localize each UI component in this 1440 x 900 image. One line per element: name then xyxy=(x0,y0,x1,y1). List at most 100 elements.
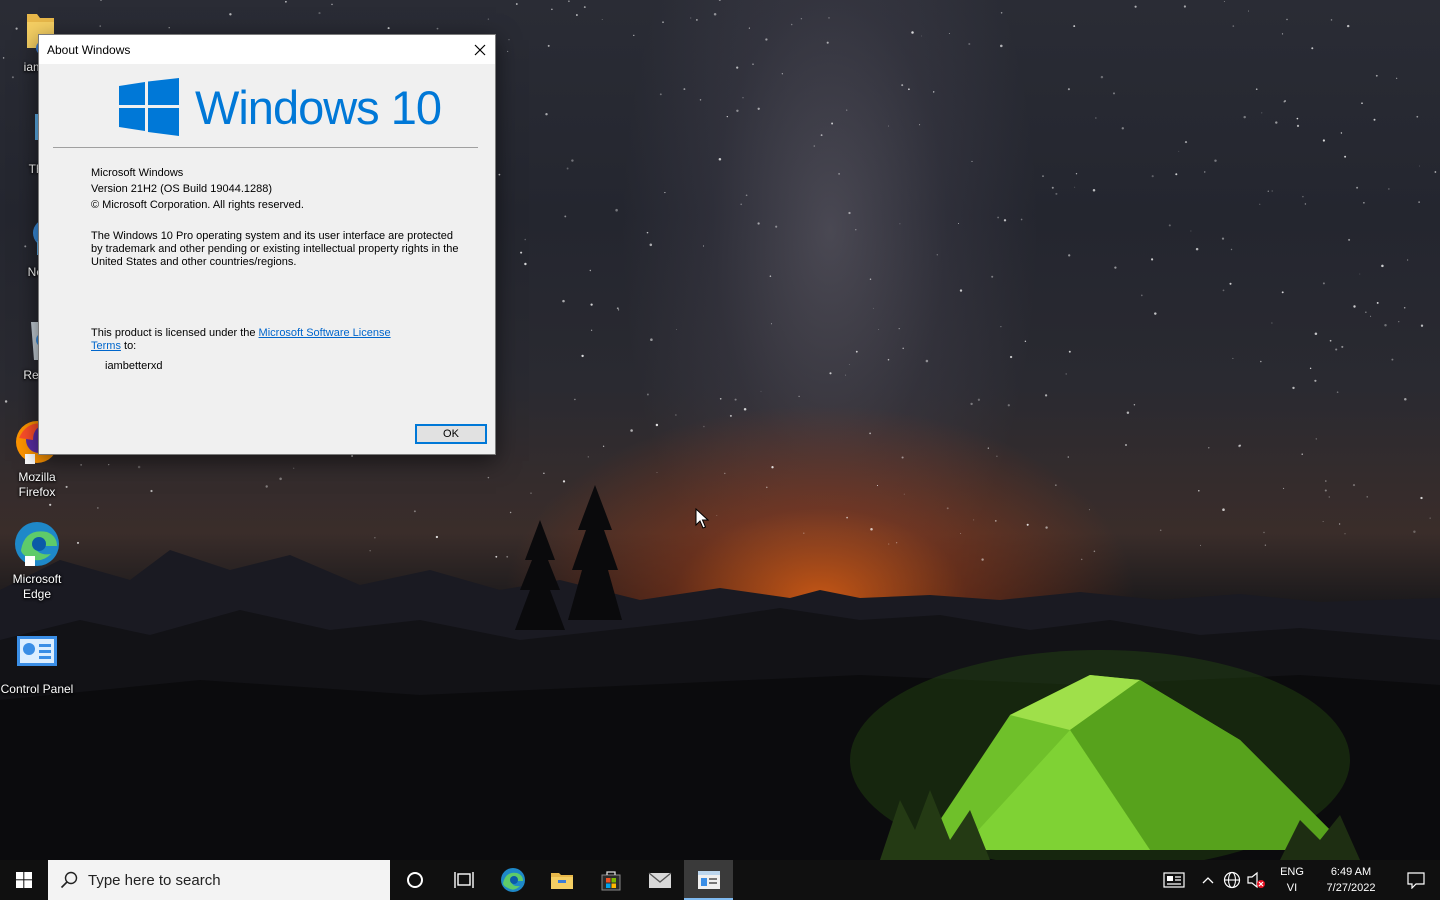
star xyxy=(902,347,904,350)
volume-button[interactable] xyxy=(1244,860,1268,900)
star xyxy=(959,289,963,292)
mail-icon xyxy=(648,872,671,888)
dialog-title: About Windows xyxy=(47,43,131,57)
star xyxy=(771,466,774,469)
star xyxy=(919,124,921,126)
star xyxy=(1315,438,1318,440)
star xyxy=(1344,155,1347,158)
star xyxy=(646,393,649,396)
cortana-button[interactable] xyxy=(390,860,439,900)
star xyxy=(566,167,569,170)
star xyxy=(615,208,618,212)
taskbar-edge-button[interactable] xyxy=(488,860,537,900)
taskbar: Type here to search ENG VI 6:49 AM 7/27/… xyxy=(0,860,1440,900)
star xyxy=(699,99,702,101)
file-explorer-button[interactable] xyxy=(537,860,586,900)
network-status-button[interactable] xyxy=(1220,860,1244,900)
star xyxy=(1407,259,1409,261)
star xyxy=(285,0,287,3)
star xyxy=(487,18,490,20)
star xyxy=(855,229,857,231)
edge-icon xyxy=(500,868,525,892)
star xyxy=(719,397,722,400)
star xyxy=(991,275,994,278)
star xyxy=(1044,394,1048,397)
star xyxy=(229,13,232,16)
star xyxy=(524,238,526,241)
star xyxy=(848,211,851,215)
star xyxy=(1418,201,1420,203)
desktop-icon-control-panel[interactable]: Control Panel xyxy=(0,630,74,697)
ok-button[interactable]: OK xyxy=(415,424,487,444)
star xyxy=(676,328,677,330)
action-center-button[interactable] xyxy=(1392,860,1440,900)
star xyxy=(1302,195,1304,198)
task-view-button[interactable] xyxy=(439,860,488,900)
star xyxy=(987,447,989,449)
star xyxy=(547,44,550,47)
version-text: Version 21H2 (OS Build 19044.1288) xyxy=(91,183,273,195)
star xyxy=(1125,444,1127,446)
star xyxy=(1348,238,1351,241)
windows-logo: Windows 10 xyxy=(119,77,442,137)
dialog-titlebar[interactable]: About Windows xyxy=(39,35,495,64)
star xyxy=(590,329,593,331)
desktop-icon-edge[interactable]: Microsoft Edge xyxy=(0,520,74,602)
product-name: Microsoft Windows xyxy=(91,167,184,179)
mouse-cursor-icon xyxy=(695,508,709,529)
star xyxy=(1239,444,1242,447)
star xyxy=(1223,0,1225,3)
star xyxy=(1376,301,1379,304)
star xyxy=(826,41,829,44)
star xyxy=(351,455,354,457)
star xyxy=(1359,273,1361,275)
star xyxy=(664,192,666,194)
store-button[interactable] xyxy=(586,860,635,900)
star xyxy=(515,3,518,5)
star xyxy=(520,251,523,254)
desktop-icon-label: Control Panel xyxy=(0,682,74,696)
windows-start-icon xyxy=(16,872,32,888)
input-language-indicator[interactable]: ENG VI xyxy=(1274,860,1310,900)
start-button[interactable] xyxy=(0,860,48,900)
star xyxy=(933,91,935,93)
star xyxy=(1361,102,1363,105)
star xyxy=(1114,266,1117,269)
star xyxy=(1296,124,1300,127)
about-windows-taskbar-button[interactable] xyxy=(684,860,733,900)
star xyxy=(838,173,840,175)
star xyxy=(1391,358,1394,361)
star xyxy=(1121,127,1124,130)
star xyxy=(1222,289,1225,292)
task-view-icon xyxy=(453,872,474,888)
taskbar-search-box[interactable]: Type here to search xyxy=(48,860,390,900)
star xyxy=(1330,19,1333,21)
star xyxy=(575,14,578,16)
news-widget-button[interactable] xyxy=(1152,860,1196,900)
star xyxy=(1375,74,1378,77)
star xyxy=(1420,324,1424,327)
star xyxy=(1322,139,1326,142)
star xyxy=(948,32,950,35)
star xyxy=(790,23,793,26)
star xyxy=(601,19,603,21)
star xyxy=(1259,203,1261,205)
clock[interactable]: 6:49 AM 7/27/2022 xyxy=(1310,860,1392,900)
show-hidden-icons-button[interactable] xyxy=(1196,860,1220,900)
clock-date: 7/27/2022 xyxy=(1326,882,1376,894)
star xyxy=(1416,115,1419,118)
star xyxy=(1373,118,1376,121)
star xyxy=(1095,117,1097,119)
star xyxy=(925,359,929,363)
star xyxy=(1075,173,1078,175)
star xyxy=(1281,33,1284,35)
star xyxy=(1133,404,1136,406)
star xyxy=(524,262,527,266)
star xyxy=(1068,350,1071,353)
close-button[interactable] xyxy=(465,35,495,64)
mail-button[interactable] xyxy=(635,860,684,900)
star xyxy=(1221,237,1225,240)
star xyxy=(734,398,737,401)
dialog-separator xyxy=(53,147,478,148)
star xyxy=(1140,294,1143,297)
